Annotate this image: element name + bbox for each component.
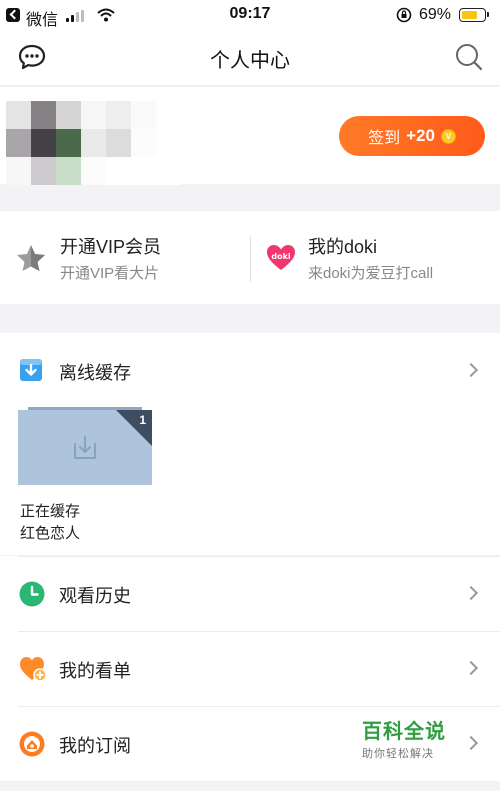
watchlist-row[interactable]: 我的看单	[0, 631, 500, 706]
signin-button[interactable]: 签到 +20 V	[339, 116, 485, 156]
cache-status-text: 正在缓存	[20, 503, 81, 520]
svg-text:doki: doki	[271, 252, 291, 261]
avatar-pixelated[interactable]	[6, 101, 186, 191]
promo-card: 开通VIP会员 开通VIP看大片 我的doki 来doki为爱豆打call do…	[0, 211, 500, 304]
battery-fill	[462, 11, 478, 19]
offline-cache-section: 离线缓存 1 正在缓存 红色恋人	[0, 333, 500, 555]
search-icon[interactable]	[455, 43, 483, 71]
watch-history-label: 观看历史	[59, 586, 131, 606]
orientation-lock-icon	[396, 7, 412, 23]
coin-icon: V	[440, 128, 456, 144]
signin-label: 签到	[368, 130, 401, 147]
heart-plus-icon	[20, 657, 47, 682]
page-title: 个人中心	[210, 50, 290, 72]
watermark: 百科全说 助你轻松解决	[362, 715, 462, 761]
vip-star-icon	[17, 245, 45, 271]
cache-item-card[interactable]: 1	[18, 407, 152, 485]
doki-subtitle: 来doki为爱豆打call	[308, 265, 434, 282]
vip-subtitle: 开通VIP看大片	[60, 265, 160, 282]
status-bar: 微信 09:17 69%	[0, 0, 500, 30]
row-divider	[18, 631, 500, 632]
card-corner-badge	[116, 410, 152, 446]
vip-title: 开通VIP会员	[60, 237, 162, 257]
chevron-right-icon	[463, 585, 479, 601]
nav-bar: 个人中心	[0, 30, 500, 86]
download-placeholder-icon	[74, 436, 96, 459]
signin-bonus: +20	[406, 126, 435, 145]
subscription-label: 我的订阅	[59, 736, 131, 756]
offline-cache-row[interactable]: 离线缓存	[0, 333, 500, 405]
clock-icon	[19, 581, 45, 607]
chevron-right-icon	[463, 362, 479, 378]
download-icon	[20, 359, 42, 381]
profile-section: 签到 +20 V	[0, 87, 500, 185]
row-divider	[18, 706, 500, 707]
subscription-icon	[19, 731, 45, 757]
doki-heart-icon: doki	[267, 245, 295, 270]
watermark-subtitle: 助你轻松解决	[362, 748, 434, 760]
battery-icon	[459, 8, 489, 22]
battery-percentage: 69%	[419, 6, 452, 23]
cache-item-name: 红色恋人	[20, 525, 81, 542]
watch-history-row[interactable]: 观看历史	[0, 556, 500, 631]
doki-title: 我的doki	[308, 237, 378, 257]
watermark-title: 百科全说	[362, 721, 446, 743]
watchlist-label: 我的看单	[59, 661, 131, 681]
vip-entry[interactable]: 开通VIP会员 开通VIP看大片	[0, 211, 250, 304]
cache-count-badge: 1	[139, 413, 146, 427]
chevron-right-icon	[463, 660, 479, 676]
offline-cache-label: 离线缓存	[59, 363, 131, 383]
chevron-right-icon	[463, 735, 479, 751]
row-divider	[18, 556, 500, 557]
